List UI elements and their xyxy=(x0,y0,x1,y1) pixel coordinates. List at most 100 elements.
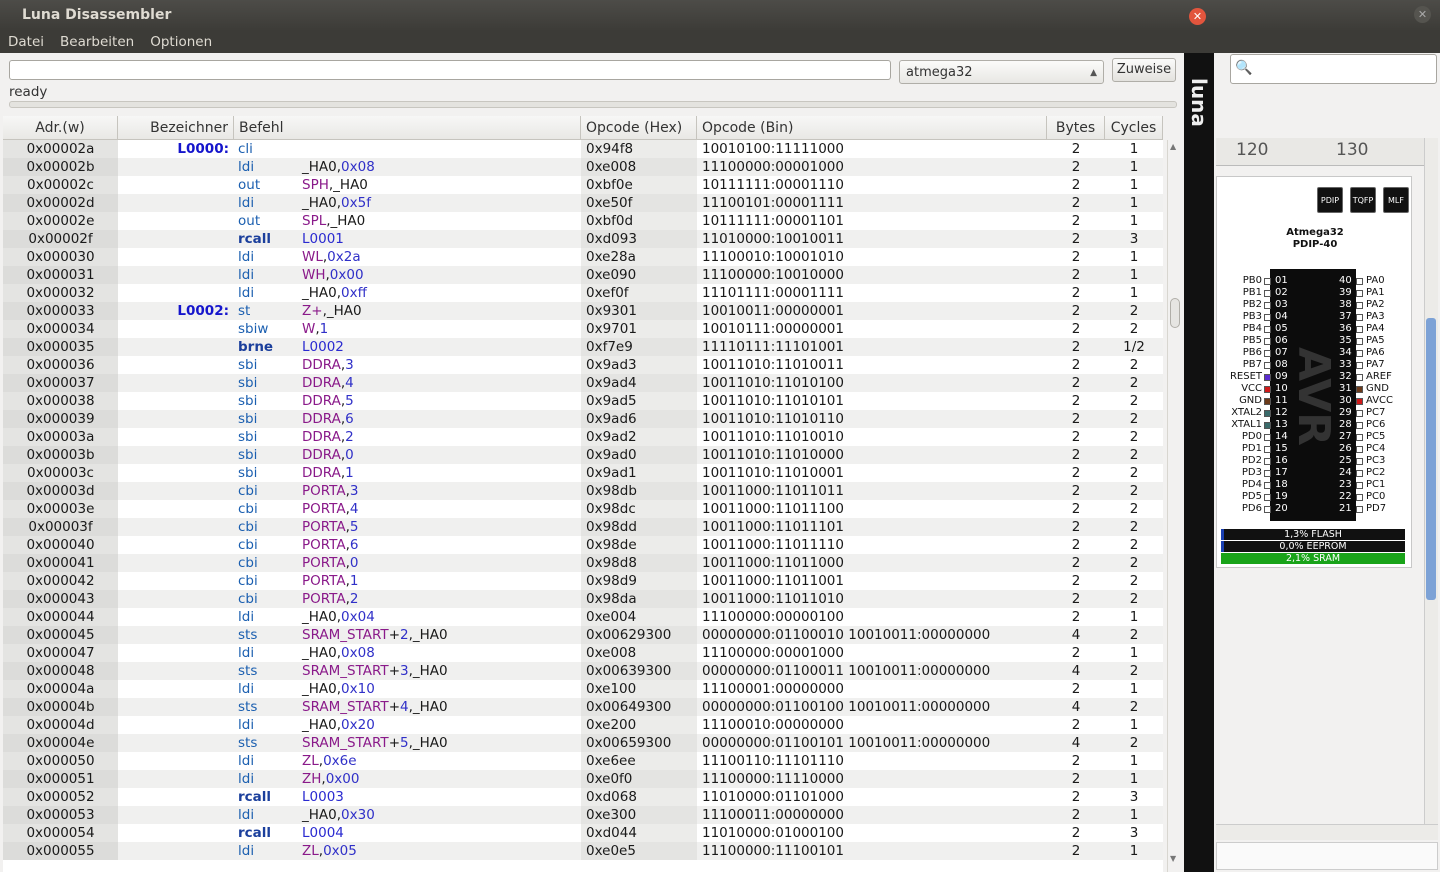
background-search-input[interactable] xyxy=(1230,54,1437,84)
pin-indicator[interactable] xyxy=(1356,350,1363,357)
vertical-scrollbar[interactable]: ▲ ▼ xyxy=(1167,140,1181,872)
table-row[interactable]: 0x000055 ldi ZL,0x05 0xe0e5 11100000:1110010… xyxy=(3,842,1163,860)
pin-indicator[interactable] xyxy=(1264,374,1271,381)
pin-indicator[interactable] xyxy=(1264,350,1271,357)
pin-indicator[interactable] xyxy=(1356,362,1363,369)
menu-datei[interactable]: Datei xyxy=(8,34,44,50)
pin-indicator[interactable] xyxy=(1356,434,1363,441)
table-row[interactable]: 0x000053 ldi _HA0,0x30 0xe300 11100011:00000… xyxy=(3,806,1163,824)
table-row[interactable]: 0x000036 sbi DDRA,3 0x9ad3 10011010:11010011… xyxy=(3,356,1163,374)
scroll-down-icon[interactable]: ▼ xyxy=(1170,854,1176,863)
col-header-label[interactable]: Bezeichner xyxy=(118,116,234,140)
table-row[interactable]: 0x000048 sts SRAM_START+3,_HA0 0x00639300 00… xyxy=(3,662,1163,680)
file-path-input[interactable] xyxy=(9,60,891,80)
table-row[interactable]: 0x000039 sbi DDRA,6 0x9ad6 10011010:11010110… xyxy=(3,410,1163,428)
background-close-icon[interactable]: ✕ xyxy=(1414,6,1431,23)
pin-indicator[interactable] xyxy=(1264,470,1271,477)
menu-optionen[interactable]: Optionen xyxy=(150,34,212,50)
pin-indicator[interactable] xyxy=(1264,290,1271,297)
pin-indicator[interactable] xyxy=(1356,386,1363,393)
table-row[interactable]: 0x00004b sts SRAM_START+4,_HA0 0x00649300 00… xyxy=(3,698,1163,716)
package-pdip-button[interactable]: PDIP xyxy=(1317,187,1343,213)
pin-indicator[interactable] xyxy=(1264,362,1271,369)
table-row[interactable]: 0x000034 sbiw W,1 0x9701 10010111:00000001 2 2 xyxy=(3,320,1163,338)
table-row[interactable]: 0x00002d ldi _HA0,0x5f 0xe50f 11100101:00001… xyxy=(3,194,1163,212)
table-row[interactable]: 0x00002c out SPH,_HA0 0xbf0e 10111111:000011… xyxy=(3,176,1163,194)
table-row[interactable]: 0x00004e sts SRAM_START+5,_HA0 0x00659300 00… xyxy=(3,734,1163,752)
pin-indicator[interactable] xyxy=(1356,374,1363,381)
table-row[interactable]: 0x000041 cbi PORTA,0 0x98d8 10011000:1101100… xyxy=(3,554,1163,572)
window-titlebar[interactable]: Luna Disassembler ✕ xyxy=(0,0,1214,31)
pin-indicator[interactable] xyxy=(1264,410,1271,417)
table-row[interactable]: 0x000050 ldi ZL,0x6e 0xe6ee 11100110:1110111… xyxy=(3,752,1163,770)
table-row[interactable]: 0x000043 cbi PORTA,2 0x98da 10011000:1101101… xyxy=(3,590,1163,608)
pin-indicator[interactable] xyxy=(1356,422,1363,429)
pin-indicator[interactable] xyxy=(1264,326,1271,333)
package-mlf-button[interactable]: MLF xyxy=(1383,187,1409,213)
pin-indicator[interactable] xyxy=(1264,506,1271,513)
table-row[interactable]: 0x000040 cbi PORTA,6 0x98de 10011000:1101111… xyxy=(3,536,1163,554)
table-row[interactable]: 0x000035 brne L0002 0xf7e9 11110111:11101001… xyxy=(3,338,1163,356)
col-header-cycles[interactable]: Cycles xyxy=(1105,116,1163,140)
col-header-bytes[interactable]: Bytes xyxy=(1047,116,1105,140)
table-row[interactable]: 0x00002b ldi _HA0,0x08 0xe008 11100000:00001… xyxy=(3,158,1163,176)
pin-indicator[interactable] xyxy=(1356,482,1363,489)
table-row[interactable]: 0x00004a ldi _HA0,0x10 0xe100 11100001:00000… xyxy=(3,680,1163,698)
pin-indicator[interactable] xyxy=(1356,446,1363,453)
pin-indicator[interactable] xyxy=(1264,434,1271,441)
pin-indicator[interactable] xyxy=(1264,482,1271,489)
table-row[interactable]: 0x000037 sbi DDRA,4 0x9ad4 10011010:11010100… xyxy=(3,374,1163,392)
table-row[interactable]: 0x000042 cbi PORTA,1 0x98d9 10011000:1101100… xyxy=(3,572,1163,590)
pin-indicator[interactable] xyxy=(1356,398,1363,405)
pin-indicator[interactable] xyxy=(1356,458,1363,465)
package-tqfp-button[interactable]: TQFP xyxy=(1350,187,1376,213)
col-header-opcode-hex[interactable]: Opcode (Hex) xyxy=(581,116,697,140)
pin-indicator[interactable] xyxy=(1356,314,1363,321)
pin-indicator[interactable] xyxy=(1356,470,1363,477)
pin-indicator[interactable] xyxy=(1356,326,1363,333)
table-row[interactable]: 0x00003b sbi DDRA,0 0x9ad0 10011010:11010000… xyxy=(3,446,1163,464)
pin-indicator[interactable] xyxy=(1264,422,1271,429)
menu-bearbeiten[interactable]: Bearbeiten xyxy=(60,34,134,50)
right-scrollbar-thumb[interactable] xyxy=(1426,318,1436,600)
table-row[interactable]: 0x000054 rcall L0004 0xd044 11010000:0100010… xyxy=(3,824,1163,842)
table-row[interactable]: 0x00002e out SPL,_HA0 0xbf0d 10111111:000011… xyxy=(3,212,1163,230)
table-row[interactable]: 0x000045 sts SRAM_START+2,_HA0 0x00629300 00… xyxy=(3,626,1163,644)
table-row[interactable]: 0x00002f rcall L0001 0xd093 11010000:1001001… xyxy=(3,230,1163,248)
table-row[interactable]: 0x000052 rcall L0003 0xd068 11010000:0110100… xyxy=(3,788,1163,806)
table-row[interactable]: 0x00004d ldi _HA0,0x20 0xe200 11100010:00000… xyxy=(3,716,1163,734)
table-row[interactable]: 0x000033 L0002: st Z+,_HA0 0x9301 10010011:00… xyxy=(3,302,1163,320)
close-icon[interactable]: ✕ xyxy=(1189,8,1206,25)
pin-indicator[interactable] xyxy=(1264,398,1271,405)
pin-indicator[interactable] xyxy=(1356,302,1363,309)
pin-indicator[interactable] xyxy=(1264,278,1271,285)
table-row[interactable]: 0x000044 ldi _HA0,0x04 0xe004 11100000:00000… xyxy=(3,608,1163,626)
table-row[interactable]: 0x00003d cbi PORTA,3 0x98db 10011000:1101101… xyxy=(3,482,1163,500)
col-header-address[interactable]: Adr.(w) xyxy=(3,116,118,140)
table-row[interactable]: 0x000038 sbi DDRA,5 0x9ad5 10011010:11010101… xyxy=(3,392,1163,410)
table-row[interactable]: 0x000030 ldi WL,0x2a 0xe28a 11100010:1000101… xyxy=(3,248,1163,266)
col-header-instruction[interactable]: Befehl xyxy=(234,116,581,140)
pin-indicator[interactable] xyxy=(1356,494,1363,501)
pin-indicator[interactable] xyxy=(1264,458,1271,465)
pin-indicator[interactable] xyxy=(1264,314,1271,321)
pin-indicator[interactable] xyxy=(1264,338,1271,345)
pin-indicator[interactable] xyxy=(1356,506,1363,513)
scroll-up-icon[interactable]: ▲ xyxy=(1170,142,1176,151)
scrollbar-thumb[interactable] xyxy=(1170,298,1180,328)
table-row[interactable]: 0x000047 ldi _HA0,0x08 0xe008 11100000:00001… xyxy=(3,644,1163,662)
table-row[interactable]: 0x00002a L0000: cli 0x94f8 10010100:11111000… xyxy=(3,140,1163,158)
pin-indicator[interactable] xyxy=(1264,446,1271,453)
table-row[interactable]: 0x00003f cbi PORTA,5 0x98dd 10011000:1101110… xyxy=(3,518,1163,536)
pin-indicator[interactable] xyxy=(1264,302,1271,309)
chip-select[interactable]: atmega32 ▲ xyxy=(899,60,1104,84)
table-row[interactable]: 0x00003e cbi PORTA,4 0x98dc 10011000:1101110… xyxy=(3,500,1163,518)
pin-indicator[interactable] xyxy=(1356,410,1363,417)
pin-indicator[interactable] xyxy=(1356,290,1363,297)
assign-button[interactable]: Zuweise xyxy=(1112,58,1176,82)
table-row[interactable]: 0x000031 ldi WH,0x00 0xe090 11100000:1001000… xyxy=(3,266,1163,284)
pin-indicator[interactable] xyxy=(1264,494,1271,501)
right-horizontal-scrollbar[interactable] xyxy=(1216,824,1438,840)
col-header-opcode-bin[interactable]: Opcode (Bin) xyxy=(697,116,1047,140)
pin-indicator[interactable] xyxy=(1264,386,1271,393)
